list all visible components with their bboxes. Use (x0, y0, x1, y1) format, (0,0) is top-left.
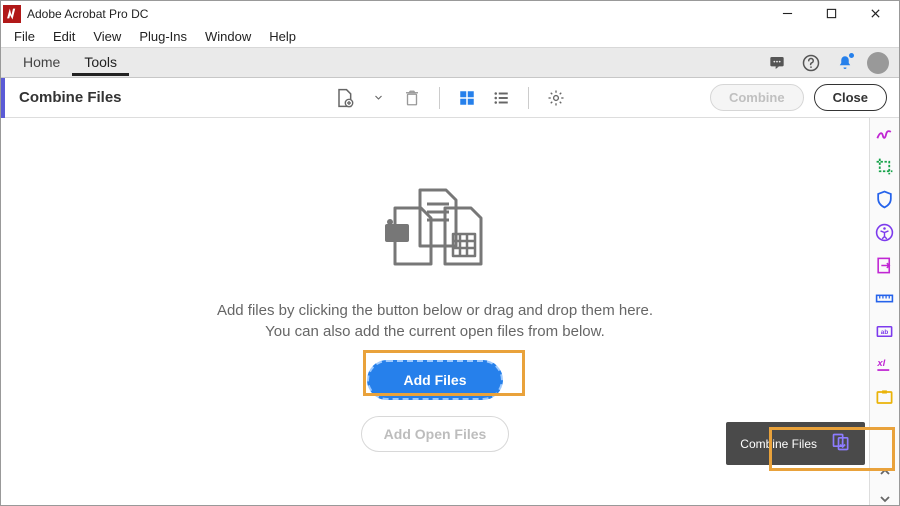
titlebar: Adobe Acrobat Pro DC (1, 1, 899, 26)
menu-file[interactable]: File (5, 27, 44, 46)
rail-measure-icon[interactable] (875, 289, 895, 308)
tool-accent (1, 78, 5, 118)
rail-accessibility-icon[interactable] (875, 223, 895, 242)
rail-scroll-down-icon[interactable] (875, 492, 895, 505)
app-icon (3, 5, 21, 23)
menubar: File Edit View Plug-Ins Window Help (1, 26, 899, 48)
menu-view[interactable]: View (84, 27, 130, 46)
rail-scroll-up-icon[interactable] (875, 465, 895, 478)
tab-home[interactable]: Home (11, 49, 72, 76)
combine-button[interactable]: Combine (710, 84, 804, 111)
chat-icon[interactable] (765, 51, 789, 75)
avatar[interactable] (867, 52, 889, 74)
combine-files-icon (831, 432, 851, 455)
menu-window[interactable]: Window (196, 27, 260, 46)
help-icon[interactable] (799, 51, 823, 75)
menu-plugins[interactable]: Plug-Ins (130, 27, 196, 46)
menu-help[interactable]: Help (260, 27, 305, 46)
notifications-icon[interactable] (833, 51, 857, 75)
menu-edit[interactable]: Edit (44, 27, 84, 46)
rail-redact-icon[interactable]: xl (875, 355, 895, 374)
list-view-icon[interactable] (486, 84, 516, 112)
grid-view-icon[interactable] (452, 84, 482, 112)
rail-signature-icon[interactable] (875, 124, 895, 143)
minimize-button[interactable] (765, 1, 809, 26)
app-title: Adobe Acrobat Pro DC (27, 7, 765, 21)
svg-text:xl: xl (876, 358, 885, 369)
instruction-text: Add files by clicking the button below o… (217, 300, 653, 342)
tool-center-controls (329, 84, 571, 112)
maximize-button[interactable] (809, 1, 853, 26)
add-open-files-button[interactable]: Add Open Files (361, 416, 510, 452)
tool-right-controls: Combine Close (710, 84, 887, 111)
rail-stamp-icon[interactable]: ab (875, 322, 895, 341)
rail-compare-icon[interactable] (875, 388, 895, 407)
tool-title: Combine Files (19, 89, 122, 106)
rail-shield-icon[interactable] (875, 190, 895, 209)
trash-icon[interactable] (397, 84, 427, 112)
files-illustration-icon (375, 182, 495, 282)
add-file-icon[interactable] (329, 84, 359, 112)
chevron-down-icon[interactable] (363, 84, 393, 112)
svg-text:ab: ab (881, 329, 889, 336)
rail-crop-icon[interactable] (875, 157, 895, 176)
right-tool-rail: ab xl (869, 118, 899, 505)
instruction-line2: You can also add the current open files … (217, 321, 653, 342)
add-files-button[interactable]: Add Files (367, 360, 502, 400)
tool-header: Combine Files Combine Close (1, 78, 899, 118)
close-tool-button[interactable]: Close (814, 84, 887, 111)
divider (528, 87, 529, 109)
divider (439, 87, 440, 109)
window-controls (765, 1, 897, 26)
instruction-line1: Add files by clicking the button below o… (217, 300, 653, 321)
rail-export-icon[interactable] (875, 256, 895, 275)
tooltip-label: Combine Files (740, 437, 817, 451)
gear-icon[interactable] (541, 84, 571, 112)
tabrow: Home Tools (1, 48, 899, 78)
tab-tools[interactable]: Tools (72, 49, 129, 76)
combine-files-tooltip: Combine Files (726, 422, 865, 465)
close-button[interactable] (853, 1, 897, 26)
